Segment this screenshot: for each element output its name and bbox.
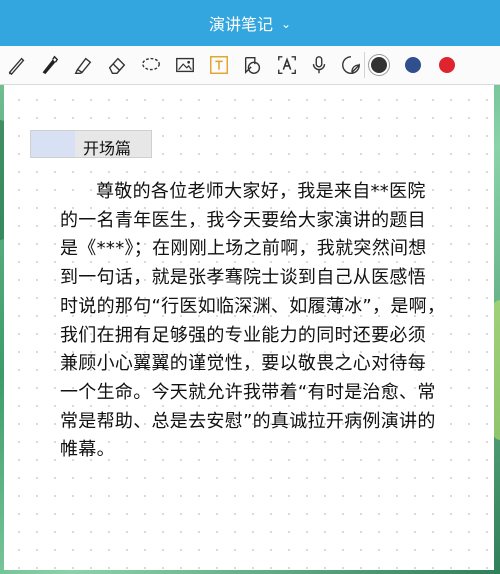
lasso-icon[interactable]: [138, 52, 164, 78]
text-icon[interactable]: [206, 52, 232, 78]
window-title: 演讲笔记: [208, 15, 273, 34]
chevron-down-icon[interactable]: ⌄: [281, 17, 291, 31]
pencil-icon[interactable]: [4, 52, 30, 78]
tool-bar: [0, 46, 500, 85]
note-line: 一个生命。今天就允许我带着“有时是治愈、常: [60, 381, 436, 403]
color-swatch-black[interactable]: [371, 57, 387, 73]
color-swatch-blue[interactable]: [405, 57, 421, 73]
note-line: 我们在拥有足够强的专业能力的同时还要必须: [60, 324, 426, 346]
section-heading[interactable]: 开场篇: [30, 130, 152, 158]
text-recognition-icon[interactable]: [274, 52, 300, 78]
title-bar[interactable]: 演讲笔记 ⌄: [0, 0, 500, 46]
section-heading-text: 开场篇: [83, 139, 132, 158]
sticker-icon[interactable]: [338, 52, 364, 78]
image-icon[interactable]: [172, 52, 198, 78]
note-line: 的一名青年医生，我今天要给大家演讲的题目: [60, 209, 426, 231]
note-line: 是《***》；在刚刚上场之前啊，我就突然间想: [60, 238, 427, 260]
note-body[interactable]: 尊敬的各位老师大家好，我是来自**医院 的一名青年医生，我今天要给大家演讲的题目…: [60, 178, 460, 465]
note-line: 尊敬的各位老师大家好，我是来自**医院: [96, 181, 426, 202]
note-line: 到一句话，就是张孝骞院士谈到自己从医感悟: [60, 267, 426, 289]
note-line: 常是帮助、总是去安慰”的真诚拉开病例演讲的: [60, 410, 436, 432]
microphone-icon[interactable]: [306, 52, 332, 78]
highlighter-icon[interactable]: [70, 52, 96, 78]
note-line: 兼顾小心翼翼的谨觉性，要以敬畏之心对待每: [60, 353, 426, 375]
shapes-icon[interactable]: [240, 52, 266, 78]
pen-icon[interactable]: [36, 52, 62, 78]
heading-highlight: [31, 131, 75, 157]
note-line: 时说的那句“行医如临深渊、如履薄冰”，是啊，: [60, 295, 446, 317]
note-line: 帷幕。: [60, 439, 115, 461]
eraser-icon[interactable]: [104, 52, 130, 78]
color-swatch-red[interactable]: [439, 57, 455, 73]
toolbar-divider: [364, 52, 365, 78]
